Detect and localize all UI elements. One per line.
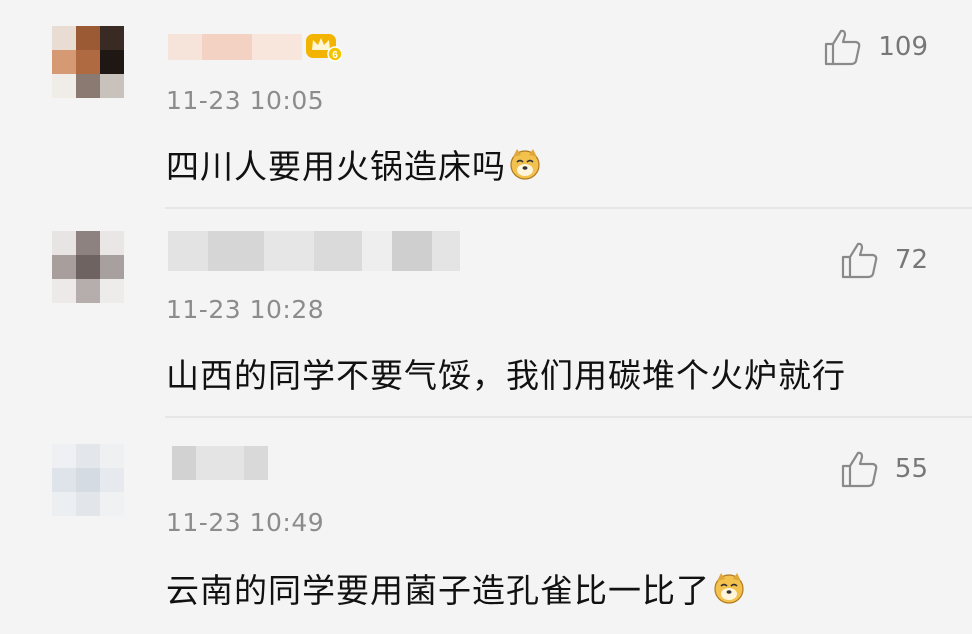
- comment-time: 11-23 10:05: [166, 86, 325, 115]
- avatar[interactable]: [52, 26, 124, 98]
- comment-time: 11-23 10:28: [166, 295, 325, 324]
- thumbs-up-icon: [841, 242, 878, 279]
- thumbs-up-icon: [825, 29, 861, 66]
- comment-text: 四川人要用火锅造床吗: [166, 140, 542, 188]
- comment-time: 11-23 10:49: [166, 508, 325, 537]
- thumbs-up-icon: [841, 451, 878, 488]
- avatar[interactable]: [52, 231, 124, 303]
- like-count: 55: [894, 454, 928, 484]
- comment-text-content: 四川人要用火锅造床吗: [166, 147, 506, 186]
- dog-emoji: [714, 573, 744, 604]
- like-count: 72: [894, 245, 928, 275]
- like-button[interactable]: 72: [839, 239, 928, 281]
- comment-text-content: 山西的同学不要气馁，我们用碳堆个火炉就行: [166, 356, 846, 395]
- username[interactable]: [172, 446, 268, 480]
- comment-text: 云南的同学要用菌子造孔雀比一比了: [166, 564, 746, 612]
- comment-text: 山西的同学不要气馁，我们用碳堆个火炉就行: [166, 349, 846, 397]
- like-count: 109: [878, 32, 928, 62]
- comment-text-content: 云南的同学要用菌子造孔雀比一比了: [166, 571, 710, 610]
- vip-crown-icon: 6: [306, 34, 342, 62]
- svg-text:6: 6: [332, 50, 338, 61]
- avatar[interactable]: [52, 444, 124, 516]
- like-button[interactable]: 55: [839, 448, 928, 490]
- comment-item: 6 11-23 10:05 四川人要用火锅造床吗 109: [0, 0, 972, 207]
- like-button[interactable]: 109: [822, 26, 928, 68]
- username[interactable]: [168, 34, 302, 60]
- username[interactable]: [168, 231, 460, 271]
- comment-item: 11-23 10:49 云南的同学要用菌子造孔雀比一比了 55: [0, 418, 972, 634]
- dog-emoji: [510, 149, 540, 180]
- comment-item: 11-23 10:28 山西的同学不要气馁，我们用碳堆个火炉就行 72: [0, 209, 972, 416]
